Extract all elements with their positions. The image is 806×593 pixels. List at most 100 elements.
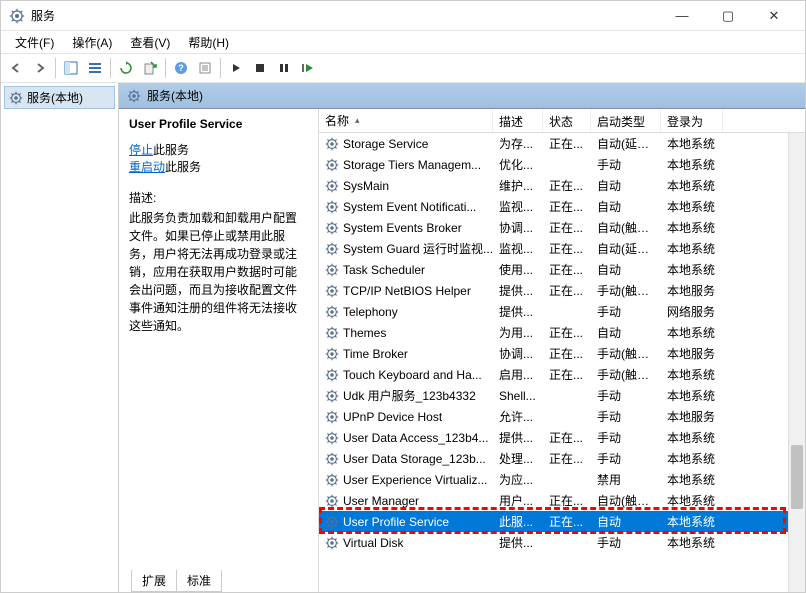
tab-extended[interactable]: 扩展 xyxy=(131,570,176,592)
view-panel-button[interactable] xyxy=(60,57,82,79)
restart-link[interactable]: 重启动 xyxy=(129,160,165,174)
service-name: Udk 用户服务_123b4332 xyxy=(343,387,476,404)
service-row[interactable]: Udk 用户服务_123b4332Shell...手动本地系统 xyxy=(319,385,805,406)
service-row[interactable]: System Guard 运行时监视...监视...正在...自动(延迟...本… xyxy=(319,238,805,259)
service-name: TCP/IP NetBIOS Helper xyxy=(343,284,471,298)
refresh-button[interactable] xyxy=(115,57,137,79)
list-rows[interactable]: Storage Service为存...正在...自动(延迟...本地系统Sto… xyxy=(319,133,805,592)
service-name: System Events Broker xyxy=(343,221,462,235)
restart-service-button[interactable] xyxy=(297,57,319,79)
properties-button[interactable] xyxy=(194,57,216,79)
scrollbar-thumb[interactable] xyxy=(791,445,803,509)
service-row[interactable]: Touch Keyboard and Ha...启用...正在...手动(触发.… xyxy=(319,364,805,385)
col-status[interactable]: 状态 xyxy=(543,109,591,132)
service-row[interactable]: Time Broker协调...正在...手动(触发...本地服务 xyxy=(319,343,805,364)
service-logon: 本地系统 xyxy=(661,135,723,152)
forward-button[interactable] xyxy=(29,57,51,79)
service-row[interactable]: Themes为用...正在...自动本地系统 xyxy=(319,322,805,343)
start-service-button[interactable] xyxy=(225,57,247,79)
close-button[interactable]: ✕ xyxy=(751,1,797,31)
svg-text:?: ? xyxy=(178,63,184,73)
service-start: 手动 xyxy=(591,408,661,425)
service-desc: 处理... xyxy=(493,450,543,467)
gear-icon xyxy=(325,158,339,172)
content-header-label: 服务(本地) xyxy=(147,87,203,104)
menu-action[interactable]: 操作(A) xyxy=(64,32,120,53)
service-start: 手动(触发... xyxy=(591,345,661,362)
maximize-button[interactable]: ▢ xyxy=(705,1,751,31)
service-row[interactable]: Virtual Disk提供...手动本地系统 xyxy=(319,532,805,553)
service-row[interactable]: Task Scheduler使用...正在...自动本地系统 xyxy=(319,259,805,280)
service-name: User Manager xyxy=(343,494,419,508)
service-start: 手动 xyxy=(591,450,661,467)
menu-help[interactable]: 帮助(H) xyxy=(180,32,237,53)
tab-standard[interactable]: 标准 xyxy=(176,570,222,592)
stop-suffix: 此服务 xyxy=(153,143,189,157)
service-row[interactable]: UPnP Device Host允许...手动本地服务 xyxy=(319,406,805,427)
gear-icon xyxy=(325,200,339,214)
stop-service-button[interactable] xyxy=(249,57,271,79)
gear-icon xyxy=(325,326,339,340)
gear-icon xyxy=(325,515,339,529)
service-row[interactable]: Telephony提供...手动网络服务 xyxy=(319,301,805,322)
col-name[interactable]: 名称▴ xyxy=(319,109,493,132)
service-row[interactable]: TCP/IP NetBIOS Helper提供...正在...手动(触发...本… xyxy=(319,280,805,301)
service-row[interactable]: System Event Notificati...监视...正在...自动本地… xyxy=(319,196,805,217)
view-list-button[interactable] xyxy=(84,57,106,79)
service-status: 正在... xyxy=(543,345,591,362)
window-title: 服务 xyxy=(31,7,659,24)
service-row[interactable]: User Manager用户...正在...自动(触发...本地系统 xyxy=(319,490,805,511)
service-logon: 本地系统 xyxy=(661,261,723,278)
service-logon: 本地系统 xyxy=(661,450,723,467)
col-start[interactable]: 启动类型 xyxy=(591,109,661,132)
scrollbar[interactable] xyxy=(788,133,805,592)
detail-desc-text: 此服务负责加载和卸载用户配置文件。如果已停止或禁用此服务，用户将无法再成功登录或… xyxy=(129,209,308,335)
gear-icon xyxy=(325,494,339,508)
gear-icon xyxy=(127,89,141,103)
list-header: 名称▴ 描述 状态 启动类型 登录为 xyxy=(319,109,805,133)
minimize-button[interactable]: — xyxy=(659,1,705,31)
service-start: 手动 xyxy=(591,303,661,320)
col-desc[interactable]: 描述 xyxy=(493,109,543,132)
pause-service-button[interactable] xyxy=(273,57,295,79)
service-row[interactable]: User Profile Service此服...正在...自动本地系统 xyxy=(319,511,805,532)
service-logon: 本地系统 xyxy=(661,177,723,194)
service-name: User Experience Virtualiz... xyxy=(343,473,488,487)
tree-root-label: 服务(本地) xyxy=(27,89,83,106)
service-row[interactable]: Storage Tiers Managem...优化...手动本地系统 xyxy=(319,154,805,175)
service-status: 正在... xyxy=(543,324,591,341)
service-start: 自动 xyxy=(591,324,661,341)
content-pane: 服务(本地) User Profile Service 停止此服务 重启动此服务… xyxy=(119,83,805,592)
service-logon: 本地服务 xyxy=(661,408,723,425)
menu-view[interactable]: 查看(V) xyxy=(122,32,178,53)
service-name: Telephony xyxy=(343,305,398,319)
service-row[interactable]: User Data Storage_123b...处理...正在...手动本地系… xyxy=(319,448,805,469)
service-row[interactable]: Storage Service为存...正在...自动(延迟...本地系统 xyxy=(319,133,805,154)
service-desc: 提供... xyxy=(493,303,543,320)
service-status: 正在... xyxy=(543,282,591,299)
export-button[interactable] xyxy=(139,57,161,79)
service-row[interactable]: User Experience Virtualiz...为应...禁用本地系统 xyxy=(319,469,805,490)
gear-icon xyxy=(325,473,339,487)
gear-icon xyxy=(325,284,339,298)
service-name: Storage Service xyxy=(343,137,428,151)
back-button[interactable] xyxy=(5,57,27,79)
stop-link[interactable]: 停止 xyxy=(129,143,153,157)
service-desc: 提供... xyxy=(493,282,543,299)
service-desc: 用户... xyxy=(493,492,543,509)
service-name: SysMain xyxy=(343,179,389,193)
service-start: 自动 xyxy=(591,177,661,194)
service-row[interactable]: System Events Broker协调...正在...自动(触发...本地… xyxy=(319,217,805,238)
menu-file[interactable]: 文件(F) xyxy=(7,32,62,53)
service-row[interactable]: SysMain维护...正在...自动本地系统 xyxy=(319,175,805,196)
gear-icon xyxy=(325,389,339,403)
service-status: 正在... xyxy=(543,261,591,278)
gear-icon xyxy=(325,536,339,550)
gear-icon xyxy=(325,347,339,361)
service-start: 手动(触发... xyxy=(591,366,661,383)
help-button[interactable]: ? xyxy=(170,57,192,79)
tree-root-services[interactable]: 服务(本地) xyxy=(5,87,114,108)
col-logon[interactable]: 登录为 xyxy=(661,109,723,132)
gear-icon xyxy=(325,137,339,151)
service-row[interactable]: User Data Access_123b4...提供...正在...手动本地系… xyxy=(319,427,805,448)
